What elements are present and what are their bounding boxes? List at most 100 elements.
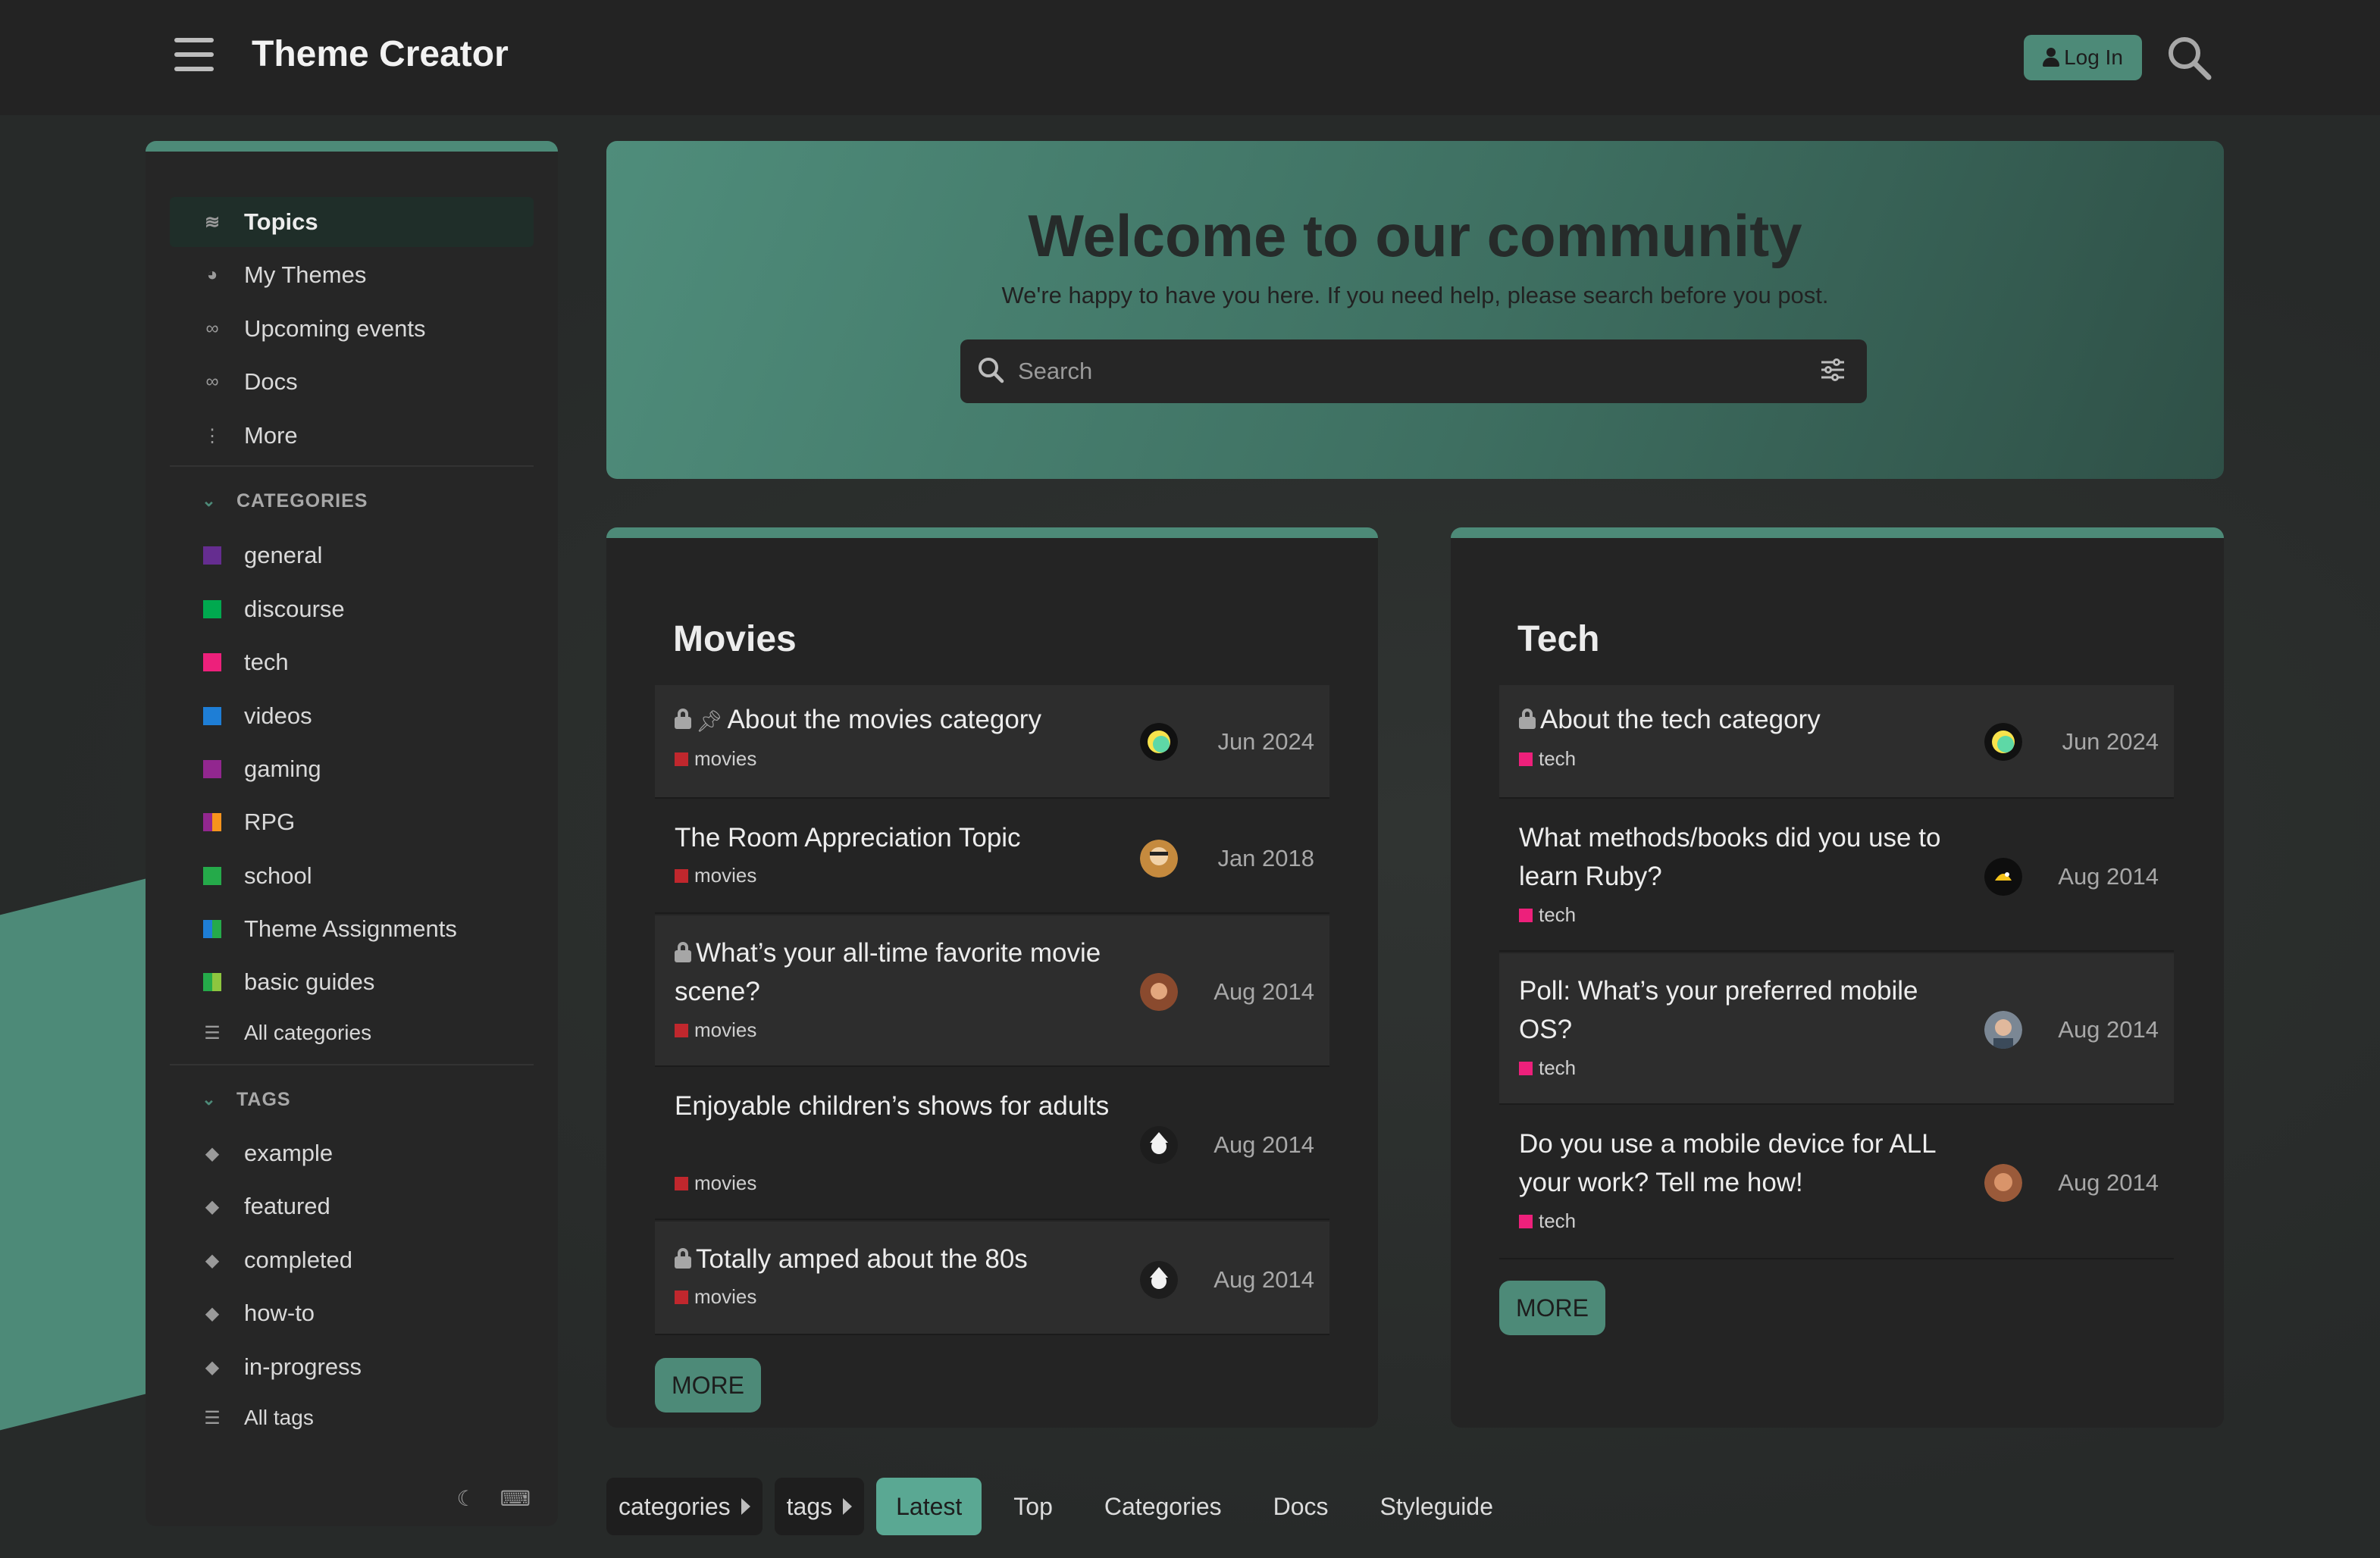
topic-category-badge[interactable]: tech bbox=[1519, 1209, 1576, 1233]
sidebar-tag-example[interactable]: ◆ example bbox=[170, 1128, 534, 1178]
nav-latest[interactable]: Latest bbox=[876, 1478, 982, 1535]
avatar[interactable] bbox=[1140, 723, 1178, 761]
nav-top[interactable]: Top bbox=[994, 1478, 1073, 1535]
sidebar-category-general[interactable]: general bbox=[170, 530, 534, 580]
topic-title[interactable]: What’s your all-time favorite movie scen… bbox=[675, 934, 1129, 1011]
topic-title[interactable]: The Room Appreciation Topic bbox=[675, 818, 1129, 857]
avatar[interactable] bbox=[1140, 1261, 1178, 1299]
topic-category-badge[interactable]: movies bbox=[675, 1285, 756, 1309]
hamburger-menu-icon[interactable] bbox=[174, 38, 214, 71]
topic-row[interactable]: What’s your all-time favorite movie scen… bbox=[655, 915, 1329, 1067]
card-title[interactable]: Tech bbox=[1517, 618, 1599, 660]
topic-category-badge[interactable]: tech bbox=[1519, 1056, 1576, 1080]
banner-search-box[interactable] bbox=[960, 339, 1867, 403]
banner-search-input[interactable] bbox=[1018, 358, 1820, 385]
topic-date[interactable]: Aug 2014 bbox=[1201, 978, 1314, 1006]
topic-row[interactable]: Enjoyable children’s shows for adults mo… bbox=[655, 1068, 1329, 1220]
avatar[interactable] bbox=[1984, 723, 2022, 761]
topic-row[interactable]: Totally amped about the 80s movies Aug 2… bbox=[655, 1222, 1329, 1335]
topic-category-badge[interactable]: movies bbox=[675, 747, 756, 771]
sidebar-category-theme-assignments[interactable]: Theme Assignments bbox=[170, 904, 534, 954]
tags-section-toggle[interactable]: ⌄ TAGS bbox=[170, 1081, 534, 1118]
avatar[interactable] bbox=[1984, 1011, 2022, 1049]
nav-docs[interactable]: Docs bbox=[1254, 1478, 1348, 1535]
topic-date[interactable]: Jan 2018 bbox=[1201, 845, 1314, 872]
sidebar-category-tech[interactable]: tech bbox=[170, 637, 534, 687]
avatar[interactable] bbox=[1140, 973, 1178, 1011]
topic-row[interactable]: About the tech category tech Jun 2024 bbox=[1499, 685, 2174, 799]
sidebar-category-gaming[interactable]: gaming bbox=[170, 744, 534, 794]
sidebar-tag-completed[interactable]: ◆ completed bbox=[170, 1235, 534, 1285]
sidebar-item-more[interactable]: ⋮ More bbox=[170, 411, 534, 461]
topic-title[interactable]: Enjoyable children’s shows for adults bbox=[675, 1087, 1129, 1125]
lock-icon bbox=[675, 709, 691, 730]
topic-row[interactable]: What methods/books did you use to learn … bbox=[1499, 800, 2174, 952]
sidebar-item-topics[interactable]: ≋ Topics bbox=[170, 197, 534, 247]
sidebar-category-basic-guides[interactable]: basic guides bbox=[170, 957, 534, 1007]
category-color-swatch bbox=[199, 813, 226, 831]
avatar[interactable] bbox=[1140, 1126, 1178, 1164]
tech-more-button[interactable]: MORE bbox=[1499, 1281, 1605, 1335]
movies-more-button[interactable]: MORE bbox=[655, 1358, 761, 1413]
dark-mode-toggle-icon[interactable]: ☾ bbox=[456, 1486, 475, 1511]
sidebar-category-videos[interactable]: videos bbox=[170, 691, 534, 741]
category-color-swatch bbox=[199, 973, 226, 991]
topic-title[interactable]: Do you use a mobile device for ALL your … bbox=[1519, 1125, 1974, 1202]
keyboard-shortcuts-icon[interactable]: ⌨ bbox=[500, 1486, 531, 1511]
topic-title[interactable]: 📌︎ About the movies category bbox=[675, 700, 1129, 740]
sidebar-item-label: All tags bbox=[244, 1406, 314, 1429]
categories-section-toggle[interactable]: ⌄ CATEGORIES bbox=[170, 482, 534, 520]
tech-category-card: Tech About the tech category tech Jun 20… bbox=[1451, 527, 2224, 1428]
topic-title[interactable]: What methods/books did you use to learn … bbox=[1519, 818, 1974, 896]
topic-date[interactable]: Aug 2014 bbox=[2045, 1016, 2159, 1043]
search-icon bbox=[975, 355, 1006, 389]
topic-date[interactable]: Jun 2024 bbox=[1201, 728, 1314, 756]
site-title[interactable]: Theme Creator bbox=[252, 33, 509, 75]
sidebar-tag-in-progress[interactable]: ◆ in-progress bbox=[170, 1342, 534, 1392]
sidebar-item-label: in-progress bbox=[244, 1353, 362, 1380]
movies-category-card: Movies 📌︎ About the movies category movie… bbox=[606, 527, 1378, 1428]
sidebar-category-school[interactable]: school bbox=[170, 851, 534, 901]
nav-categories[interactable]: Categories bbox=[1085, 1478, 1242, 1535]
search-filter-icon[interactable] bbox=[1820, 357, 1846, 386]
sidebar-item-upcoming-events[interactable]: ∞ Upcoming events bbox=[170, 304, 534, 354]
nav-styleguide[interactable]: Styleguide bbox=[1361, 1478, 1513, 1535]
sidebar-item-my-themes[interactable]: ◕ My Themes bbox=[170, 250, 534, 300]
sidebar-category-rpg[interactable]: RPG bbox=[170, 797, 534, 847]
topic-date[interactable]: Jun 2024 bbox=[2045, 728, 2159, 756]
sidebar-item-label: RPG bbox=[244, 809, 296, 835]
sidebar-all-tags[interactable]: ☰ All tags bbox=[170, 1393, 534, 1443]
topic-date[interactable]: Aug 2014 bbox=[2045, 863, 2159, 890]
category-color-swatch bbox=[1519, 1214, 1533, 1228]
topic-category-badge[interactable]: tech bbox=[1519, 747, 1576, 771]
sidebar-category-discourse[interactable]: discourse bbox=[170, 584, 534, 634]
topic-date[interactable]: Aug 2014 bbox=[1201, 1266, 1314, 1294]
topic-category-badge[interactable]: movies bbox=[675, 864, 756, 887]
sidebar-item-docs[interactable]: ∞ Docs bbox=[170, 357, 534, 407]
sidebar-tag-how-to[interactable]: ◆ how-to bbox=[170, 1288, 534, 1338]
topic-row[interactable]: Poll: What’s your preferred mobile OS? t… bbox=[1499, 953, 2174, 1105]
topic-title[interactable]: Totally amped about the 80s bbox=[675, 1240, 1129, 1278]
sidebar-tag-featured[interactable]: ◆ featured bbox=[170, 1181, 534, 1231]
topic-category-badge[interactable]: tech bbox=[1519, 903, 1576, 927]
sidebar-divider bbox=[170, 465, 534, 467]
topic-row[interactable]: 📌︎ About the movies category movies Jun 2… bbox=[655, 685, 1329, 799]
category-color-swatch bbox=[199, 920, 226, 938]
topic-title[interactable]: Poll: What’s your preferred mobile OS? bbox=[1519, 971, 1974, 1049]
topic-row[interactable]: Do you use a mobile device for ALL your … bbox=[1499, 1106, 2174, 1259]
sidebar-all-categories[interactable]: ☰ All categories bbox=[170, 1008, 534, 1058]
card-title[interactable]: Movies bbox=[673, 618, 797, 660]
categories-dropdown[interactable]: categories bbox=[606, 1478, 763, 1535]
topic-title[interactable]: About the tech category bbox=[1519, 700, 1974, 739]
topic-category-badge[interactable]: movies bbox=[675, 1018, 756, 1042]
topic-category-badge[interactable]: movies bbox=[675, 1172, 756, 1195]
avatar[interactable] bbox=[1984, 858, 2022, 896]
avatar[interactable] bbox=[1984, 1164, 2022, 1202]
topic-row[interactable]: The Room Appreciation Topic movies Jan 2… bbox=[655, 800, 1329, 914]
topic-date[interactable]: Aug 2014 bbox=[2045, 1169, 2159, 1197]
login-button[interactable]: Log In bbox=[2024, 35, 2142, 80]
topic-date[interactable]: Aug 2014 bbox=[1201, 1131, 1314, 1159]
tags-dropdown[interactable]: tags bbox=[774, 1478, 865, 1535]
avatar[interactable] bbox=[1140, 840, 1178, 878]
search-icon[interactable] bbox=[2165, 33, 2213, 82]
